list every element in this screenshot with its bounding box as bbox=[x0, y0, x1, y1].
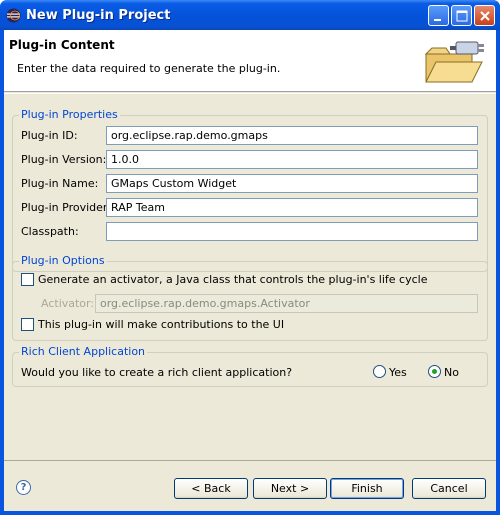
wizard-banner: Plug-in Content Enter the data required … bbox=[4, 30, 496, 92]
minimize-button[interactable] bbox=[428, 5, 449, 26]
window-title: New Plug-in Project bbox=[26, 8, 171, 23]
plugin-name-field[interactable]: GMaps Custom Widget bbox=[106, 174, 478, 193]
activator-label: Activator: bbox=[41, 297, 95, 310]
title-bar[interactable]: New Plug-in Project bbox=[0, 0, 500, 30]
activator-field: org.eclipse.rap.demo.gmaps.Activator bbox=[95, 294, 478, 313]
maximize-icon bbox=[456, 10, 468, 22]
ui-contributions-checkbox[interactable] bbox=[21, 318, 34, 331]
help-icon[interactable]: ? bbox=[16, 480, 31, 495]
footer-separator bbox=[4, 460, 496, 461]
maximize-button[interactable] bbox=[451, 5, 472, 26]
rcp-yes-radio[interactable] bbox=[373, 365, 386, 378]
rcp-yes-label: Yes bbox=[389, 366, 407, 379]
radio-selected-dot bbox=[432, 369, 437, 374]
activator-checkbox[interactable] bbox=[21, 273, 34, 286]
group-title: Rich Client Application bbox=[19, 345, 148, 358]
eclipse-icon bbox=[6, 8, 21, 23]
dialog-client: Plug-in Content Enter the data required … bbox=[4, 30, 496, 511]
plugin-version-field[interactable]: 1.0.0 bbox=[106, 150, 478, 169]
activator-checkbox-label: Generate an activator, a Java class that… bbox=[38, 273, 428, 286]
banner-separator bbox=[4, 93, 496, 94]
ui-contributions-label: This plug-in will make contributions to … bbox=[38, 318, 285, 331]
plugin-id-field[interactable]: org.eclipse.rap.demo.gmaps bbox=[106, 126, 478, 145]
next-button[interactable]: Next > bbox=[253, 478, 327, 499]
plugin-id-label: Plug-in ID: bbox=[21, 129, 78, 142]
rcp-question: Would you like to create a rich client a… bbox=[21, 366, 293, 379]
finish-button[interactable]: Finish bbox=[330, 478, 404, 499]
plugin-name-label: Plug-in Name: bbox=[21, 177, 99, 190]
minimize-icon bbox=[434, 19, 441, 21]
close-button[interactable] bbox=[474, 5, 495, 26]
cancel-button[interactable]: Cancel bbox=[412, 478, 486, 499]
plugin-folder-icon bbox=[424, 41, 484, 83]
close-icon bbox=[480, 11, 490, 21]
page-title: Plug-in Content bbox=[9, 38, 115, 52]
rcp-no-radio[interactable] bbox=[428, 365, 441, 378]
rcp-no-label: No bbox=[444, 366, 459, 379]
plugin-version-label: Plug-in Version: bbox=[21, 153, 107, 166]
dialog-window: New Plug-in Project Plug-in Content Ente… bbox=[0, 0, 500, 515]
page-description: Enter the data required to generate the … bbox=[17, 62, 281, 75]
plugin-provider-label: Plug-in Provider: bbox=[21, 201, 111, 214]
group-title: Plug-in Properties bbox=[19, 108, 120, 121]
plugin-provider-field[interactable]: RAP Team bbox=[106, 198, 478, 217]
classpath-field[interactable] bbox=[106, 222, 478, 241]
back-button[interactable]: < Back bbox=[174, 478, 248, 499]
group-title: Plug-in Options bbox=[19, 254, 107, 267]
classpath-label: Classpath: bbox=[21, 225, 79, 238]
